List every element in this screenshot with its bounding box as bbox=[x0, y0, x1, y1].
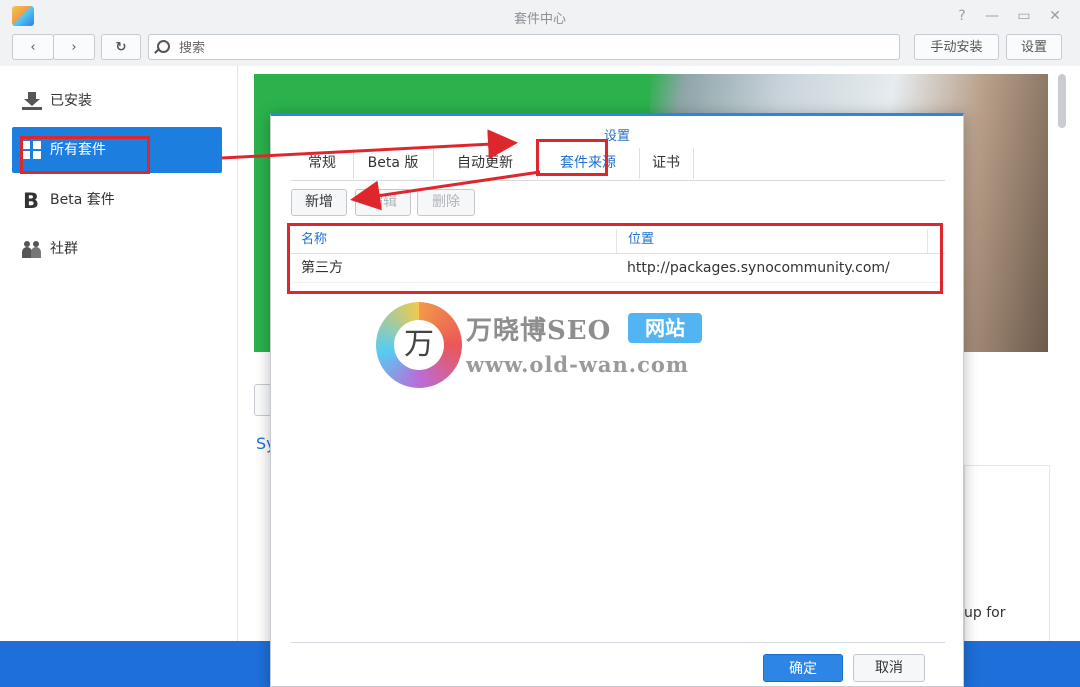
dialog-title: 设置 bbox=[603, 129, 630, 144]
svg-text:B: B bbox=[23, 191, 39, 209]
search-input[interactable] bbox=[177, 38, 881, 58]
package-card-text-fragment: up for bbox=[964, 605, 1006, 621]
watermark-logo-glyph: 万 bbox=[404, 327, 434, 362]
window-titlebar: 套件中心 ? — ▭ ✕ bbox=[0, 0, 1080, 33]
maximize-icon[interactable]: ▭ bbox=[1014, 6, 1034, 26]
chevron-left-icon: ‹ bbox=[30, 40, 36, 55]
delete-button[interactable]: 删除 bbox=[417, 189, 475, 216]
community-icon bbox=[22, 241, 41, 258]
sidebar-item-beta[interactable]: B Beta 套件 bbox=[12, 177, 222, 223]
tab-beta[interactable]: Beta 版 bbox=[353, 148, 434, 179]
tab-certificate[interactable]: 证书 bbox=[639, 148, 694, 179]
watermark-tag: 网站 bbox=[628, 313, 702, 343]
refresh-button[interactable]: ↻ bbox=[101, 34, 141, 60]
sidebar-item-community[interactable]: 社群 bbox=[12, 226, 222, 272]
dialog-tabs: 常规 Beta 版 自动更新 套件来源 证书 bbox=[291, 148, 945, 181]
close-icon[interactable]: ✕ bbox=[1045, 6, 1065, 26]
toolbar: ‹ › ↻ 手动安装 设置 bbox=[0, 32, 1080, 66]
chevron-right-icon: › bbox=[71, 40, 77, 55]
sidebar-item-label: 社群 bbox=[50, 241, 78, 257]
main-scrollbar[interactable] bbox=[1058, 74, 1066, 128]
beta-icon: B bbox=[23, 191, 39, 209]
watermark-url: www.old-wan.com bbox=[466, 352, 690, 377]
search-box[interactable] bbox=[148, 34, 900, 60]
watermark-name: 万晓博SEO bbox=[466, 316, 612, 346]
help-icon[interactable]: ? bbox=[952, 6, 972, 26]
sidebar-item-label: Beta 套件 bbox=[50, 192, 115, 208]
settings-button[interactable]: 设置 bbox=[1006, 34, 1062, 60]
download-icon bbox=[22, 92, 42, 110]
manual-install-button[interactable]: 手动安装 bbox=[914, 34, 999, 60]
sidebar-item-installed[interactable]: 已安装 bbox=[12, 78, 222, 124]
add-button[interactable]: 新增 bbox=[291, 189, 347, 216]
annotation-box-sources-tab bbox=[536, 139, 608, 176]
annotation-box-source-table bbox=[287, 223, 943, 294]
tab-auto-update[interactable]: 自动更新 bbox=[433, 148, 538, 179]
cancel-button[interactable]: 取消 bbox=[853, 654, 925, 682]
minimize-icon[interactable]: — bbox=[982, 6, 1002, 26]
search-icon bbox=[157, 40, 170, 53]
forward-button[interactable]: › bbox=[53, 34, 95, 60]
settings-dialog: 设置 常规 Beta 版 自动更新 套件来源 证书 新增 编辑 删除 名称 位置… bbox=[270, 113, 964, 687]
ok-button[interactable]: 确定 bbox=[763, 654, 843, 682]
window-title: 套件中心 bbox=[513, 12, 566, 27]
sidebar-item-label: 已安装 bbox=[50, 93, 92, 109]
back-button[interactable]: ‹ bbox=[12, 34, 54, 60]
footer-divider bbox=[291, 642, 945, 643]
edit-button[interactable]: 编辑 bbox=[355, 189, 411, 216]
refresh-icon: ↻ bbox=[115, 40, 127, 55]
annotation-box-all-packages bbox=[20, 136, 150, 174]
tab-general[interactable]: 常规 bbox=[291, 148, 354, 179]
